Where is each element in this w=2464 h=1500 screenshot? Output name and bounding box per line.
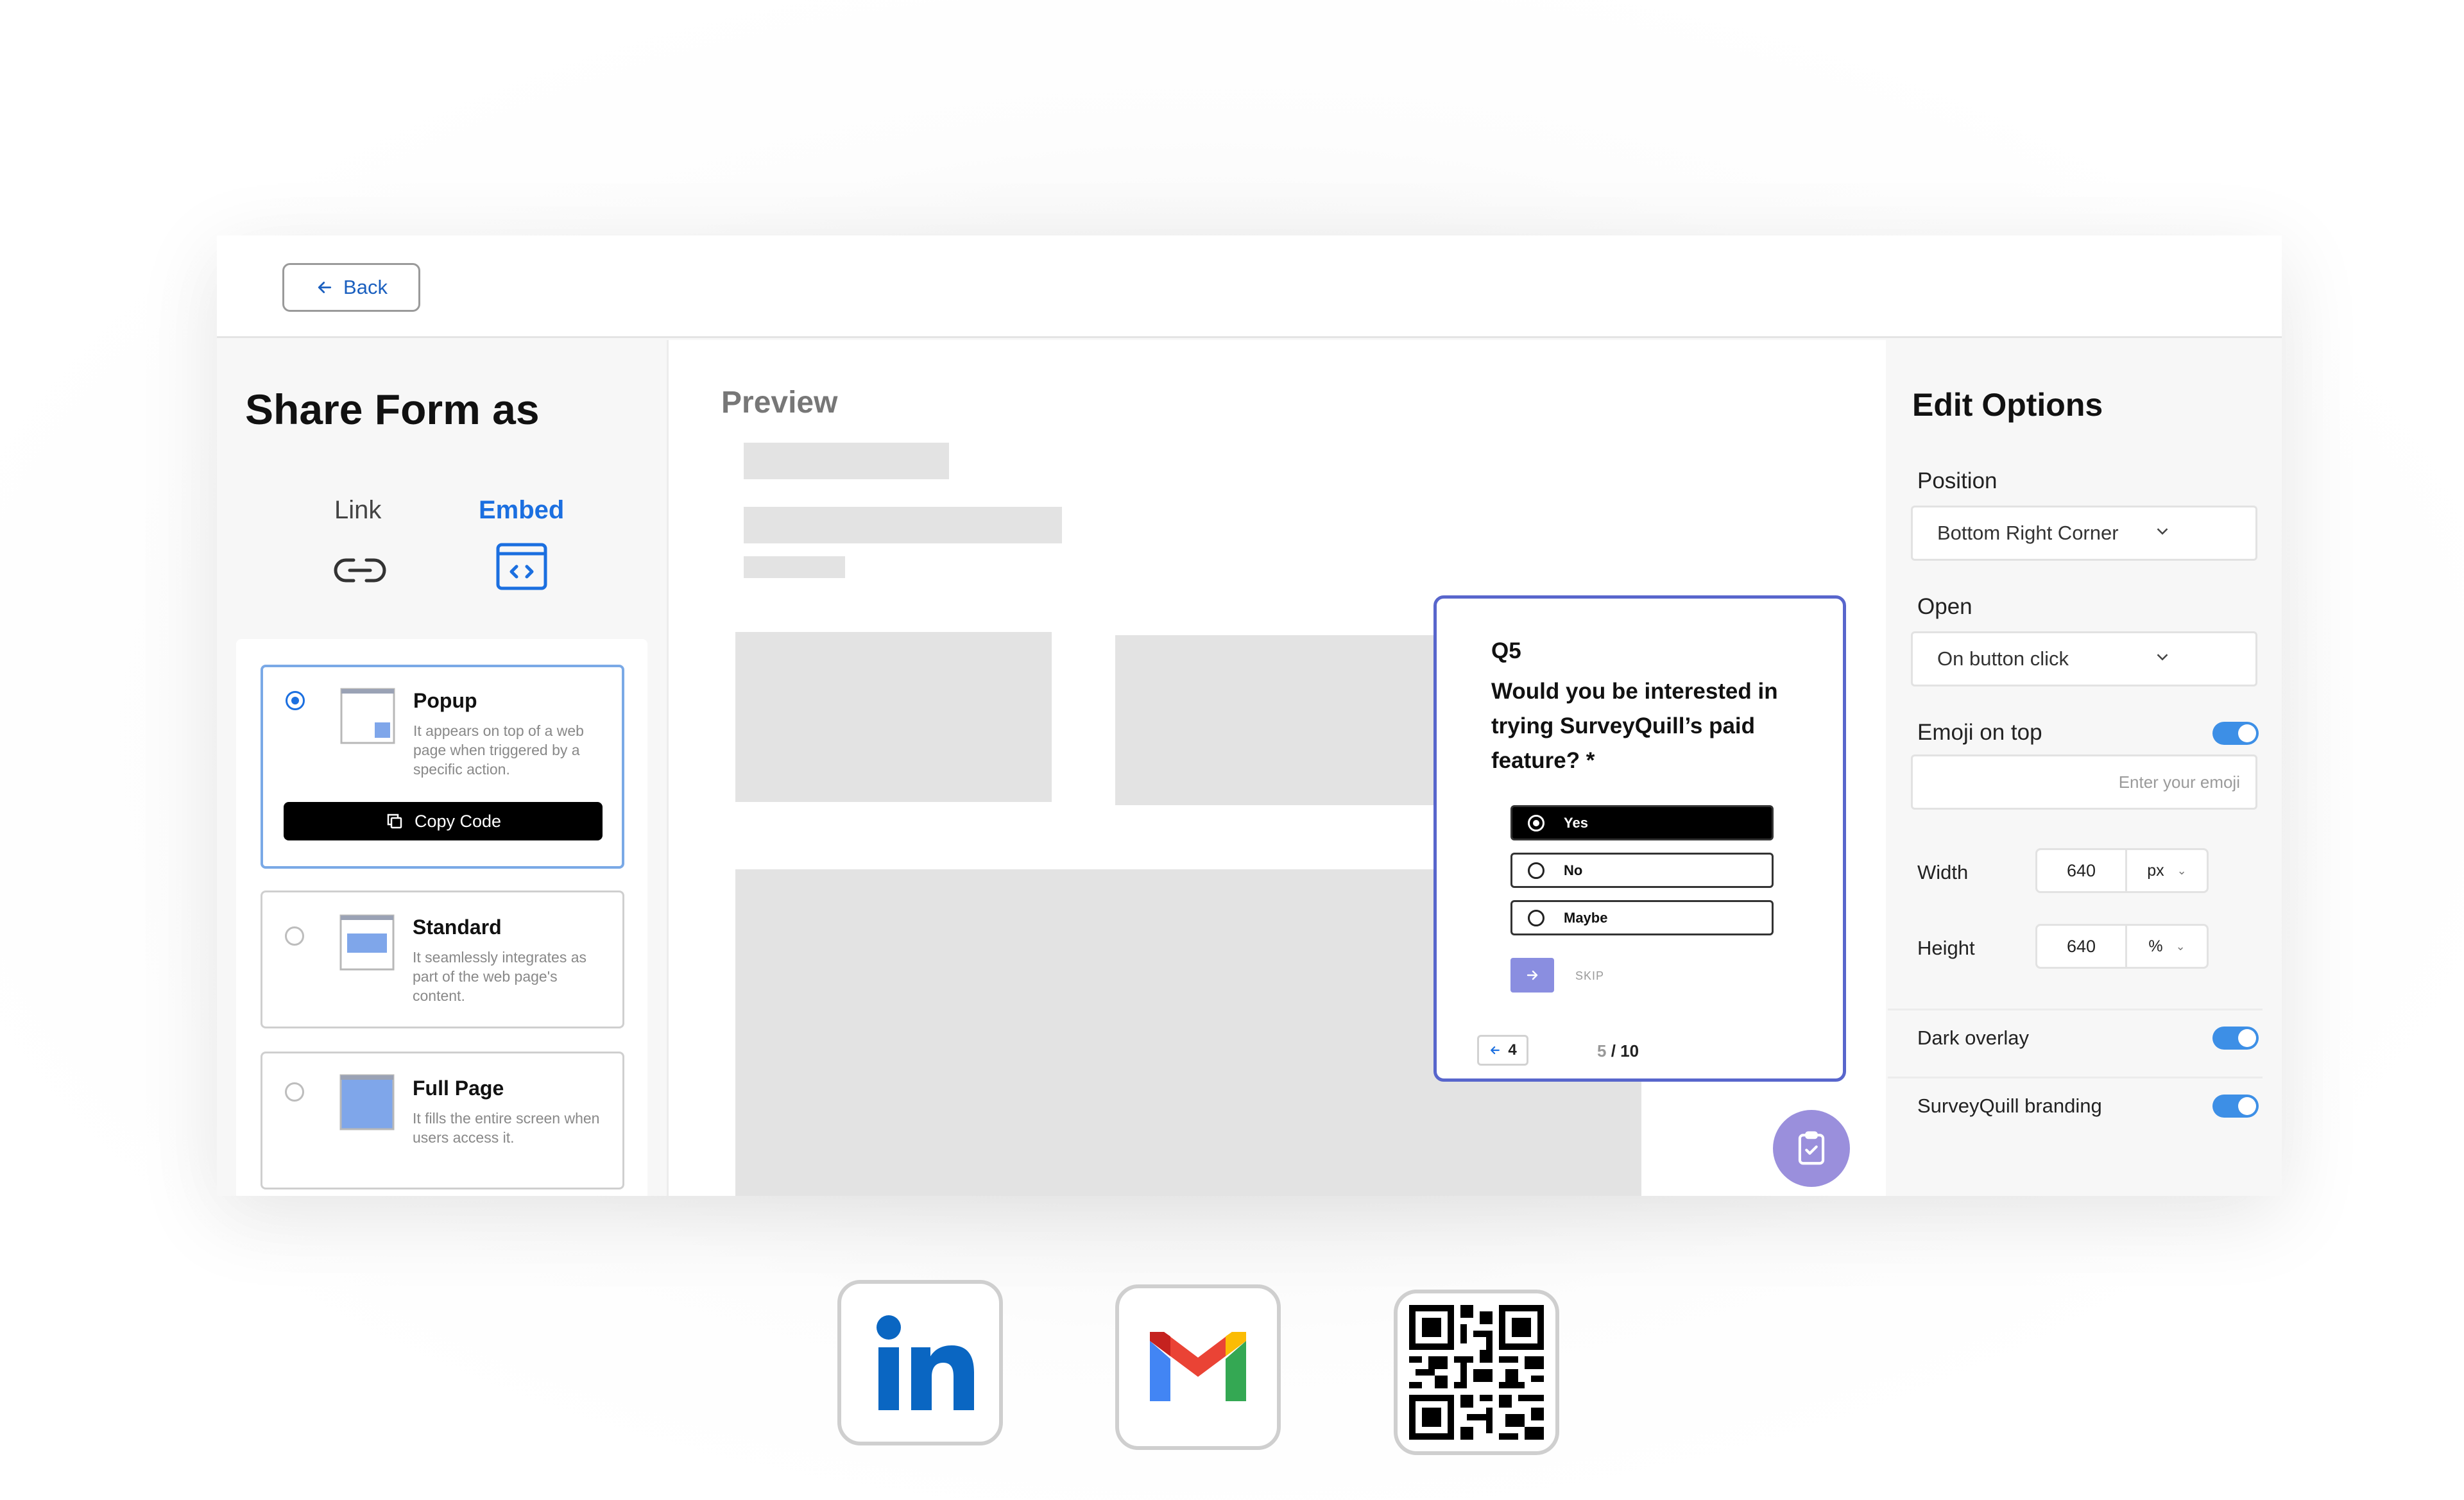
- width-unit: px: [2147, 861, 2164, 880]
- height-unit-select[interactable]: % ⌄: [2127, 937, 2207, 956]
- gmail-share-button[interactable]: [1115, 1284, 1281, 1450]
- top-bar: Back: [217, 235, 2282, 338]
- chevron-down-icon: ⌄: [2177, 864, 2187, 877]
- choice-no[interactable]: No: [1510, 853, 1774, 888]
- height-label: Height: [1917, 937, 1975, 959]
- width-unit-select[interactable]: px ⌄: [2127, 862, 2207, 880]
- position-select[interactable]: Bottom Right Corner: [1911, 506, 2257, 561]
- embed-options: Popup It appears on top of a web page wh…: [236, 639, 647, 1196]
- preview-panel: Preview Q5 Would you be interested in tr…: [667, 340, 1886, 1196]
- placeholder-block: [1115, 635, 1436, 805]
- progress-total: / 10: [1611, 1041, 1639, 1061]
- code-icon[interactable]: [495, 542, 548, 591]
- back-button[interactable]: Back: [282, 263, 420, 312]
- width-label: Width: [1917, 861, 1969, 883]
- position-label: Position: [1917, 468, 1998, 493]
- divider: [1888, 1009, 2263, 1010]
- arrow-right-icon: [1527, 970, 1538, 980]
- qr-code-icon: [1409, 1305, 1544, 1440]
- radio-icon: [1528, 862, 1544, 879]
- height-value[interactable]: 640: [2037, 926, 2127, 967]
- copy-code-button[interactable]: Copy Code: [284, 802, 603, 840]
- branding-label: SurveyQuill branding: [1917, 1095, 2102, 1117]
- survey-launcher-button[interactable]: [1773, 1110, 1850, 1187]
- standard-thumbnail: [339, 914, 395, 971]
- question-text: Would you be interested in trying Survey…: [1491, 679, 1778, 773]
- radio-icon: [1528, 909, 1544, 926]
- link-icon[interactable]: [330, 555, 389, 586]
- previous-number: 4: [1508, 1041, 1517, 1059]
- question-progress: 5 / 10: [1597, 1041, 1639, 1061]
- arrow-left-icon: [1491, 1046, 1500, 1055]
- open-value: On button click: [1937, 647, 2069, 670]
- choice-label: Maybe: [1564, 909, 1608, 926]
- app-window: Back Share Form as Link Embed Popup It a…: [217, 235, 2282, 1196]
- full-page-thumbnail: [339, 1074, 395, 1130]
- chevron-down-icon: [2157, 654, 2168, 661]
- option-popup[interactable]: Popup It appears on top of a web page wh…: [261, 665, 624, 869]
- open-select[interactable]: On button click: [1911, 631, 2257, 686]
- placeholder-block: [744, 507, 1062, 543]
- emoji-label: Emoji on top: [1917, 720, 2042, 745]
- height-unit: %: [2148, 937, 2163, 955]
- popup-radio[interactable]: [286, 691, 305, 710]
- preview-title: Preview: [721, 386, 838, 420]
- standard-desc: It seamlessly integrates as part of the …: [413, 949, 587, 1004]
- choice-yes[interactable]: Yes: [1510, 805, 1774, 840]
- placeholder-block: [744, 443, 949, 479]
- emoji-input[interactable]: Enter your emoji: [1911, 754, 2257, 810]
- popup-thumbnail: [340, 688, 395, 744]
- tab-link[interactable]: Link: [334, 496, 381, 525]
- edit-options-title: Edit Options: [1912, 387, 2103, 423]
- option-full-page[interactable]: Full Page It fills the entire screen whe…: [261, 1052, 624, 1189]
- width-value[interactable]: 640: [2037, 850, 2127, 891]
- open-label: Open: [1917, 594, 1972, 619]
- tab-embed[interactable]: Embed: [479, 496, 564, 525]
- copy-code-label: Copy Code: [414, 811, 502, 831]
- edit-options-panel: Edit Options Position Bottom Right Corne…: [1888, 340, 2282, 1196]
- linkedin-share-button[interactable]: [837, 1280, 1003, 1445]
- back-label: Back: [343, 276, 388, 298]
- choice-label: Yes: [1564, 814, 1588, 831]
- full-page-title: Full Page: [413, 1077, 504, 1100]
- position-value: Bottom Right Corner: [1937, 522, 2119, 544]
- placeholder-block: [744, 556, 845, 578]
- height-field[interactable]: 640 % ⌄: [2035, 924, 2209, 969]
- standard-radio[interactable]: [285, 926, 304, 946]
- divider: [1888, 1077, 2263, 1078]
- gmail-icon: [1150, 1332, 1246, 1401]
- progress-current: 5: [1597, 1041, 1607, 1061]
- placeholder-block: [735, 632, 1052, 802]
- previous-question-button[interactable]: 4: [1477, 1035, 1528, 1066]
- question-number: Q5: [1491, 638, 1521, 663]
- radio-icon: [1528, 814, 1544, 831]
- chevron-down-icon: [2157, 528, 2168, 535]
- arrow-left-icon: [318, 282, 332, 293]
- option-standard[interactable]: Standard It seamlessly integrates as par…: [261, 891, 624, 1028]
- full-page-radio[interactable]: [285, 1082, 304, 1102]
- share-panel: Share Form as Link Embed Popup It appear…: [217, 340, 667, 1196]
- share-title: Share Form as: [245, 386, 540, 433]
- full-page-desc: It fills the entire screen when users ac…: [413, 1110, 600, 1146]
- dark-overlay-toggle[interactable]: [2212, 1027, 2259, 1050]
- copy-icon: [387, 814, 402, 829]
- width-field[interactable]: 640 px ⌄: [2035, 848, 2209, 893]
- qr-code-share-button[interactable]: [1394, 1290, 1559, 1455]
- chevron-down-icon: ⌄: [2175, 939, 2186, 953]
- choice-label: No: [1564, 862, 1583, 878]
- choice-maybe[interactable]: Maybe: [1510, 900, 1774, 935]
- next-button[interactable]: [1510, 958, 1554, 993]
- branding-toggle[interactable]: [2212, 1095, 2259, 1118]
- standard-title: Standard: [413, 916, 502, 939]
- linkedin-icon: [877, 1315, 974, 1410]
- popup-desc: It appears on top of a web page when tri…: [413, 722, 584, 778]
- clipboard-check-icon: [1798, 1131, 1825, 1165]
- emoji-placeholder: Enter your emoji: [2118, 772, 2240, 792]
- emoji-toggle[interactable]: [2212, 722, 2259, 745]
- skip-link[interactable]: SKIP: [1575, 969, 1604, 983]
- popup-title: Popup: [413, 689, 477, 712]
- dark-overlay-label: Dark overlay: [1917, 1027, 2029, 1049]
- popup-form-preview: Q5 Would you be interested in trying Sur…: [1433, 595, 1846, 1082]
